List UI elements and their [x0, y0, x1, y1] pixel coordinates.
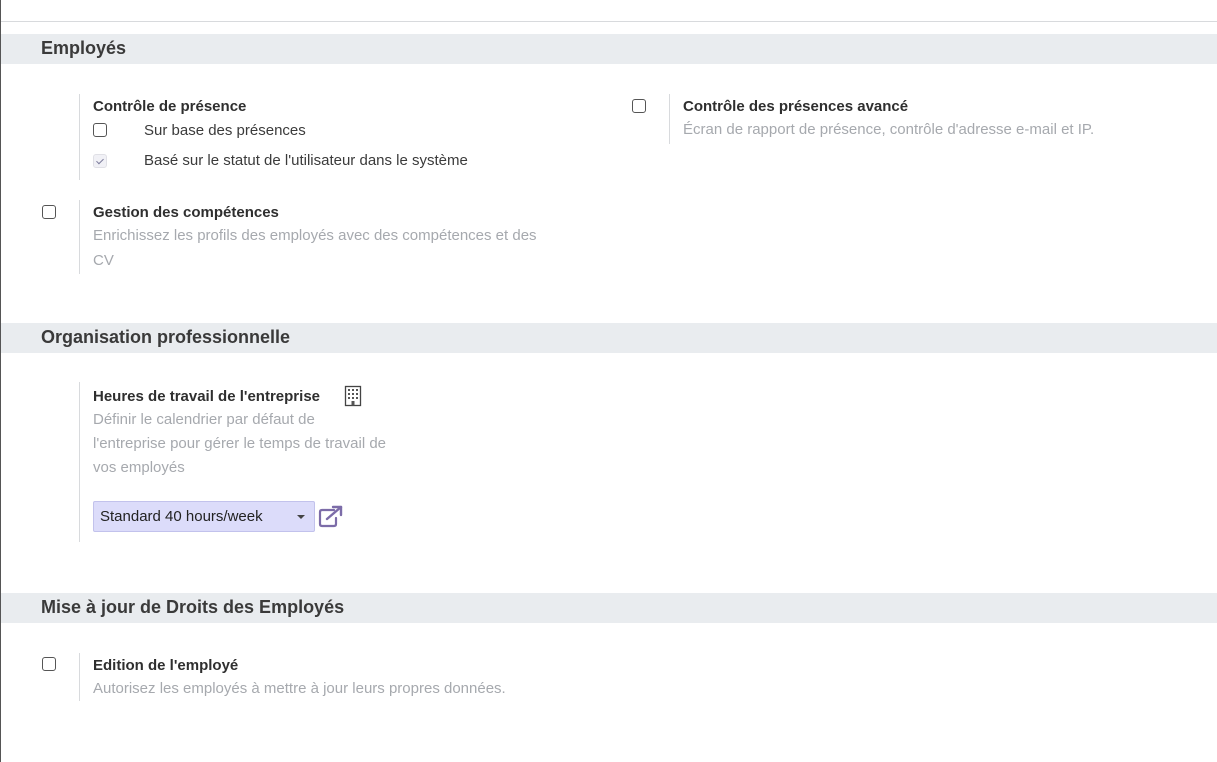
setting-divider — [669, 94, 670, 144]
section-header-rights-update: Mise à jour de Droits des Employés — [1, 593, 1217, 623]
setting-divider — [79, 382, 80, 542]
setting-title: Edition de l'employé — [93, 657, 239, 674]
advanced-attendance-checkbox[interactable] — [632, 99, 646, 113]
setting-description: Autorisez les employés à mettre à jour l… — [93, 680, 506, 697]
top-divider — [1, 21, 1217, 22]
setting-divider — [79, 94, 80, 180]
setting-title: Contrôle de présence — [93, 98, 247, 115]
setting-divider — [79, 200, 80, 274]
chevron-down-icon — [297, 515, 305, 519]
setting-title: Contrôle des présences avancé — [683, 98, 909, 115]
setting-description-line: vos employés — [93, 459, 185, 476]
setting-title: Heures de travail de l'entreprise — [93, 388, 320, 405]
attendance-presence-label[interactable]: Sur base des présences — [144, 122, 306, 139]
working-hours-select[interactable]: Standard 40 hours/week — [93, 501, 315, 532]
external-link-icon[interactable] — [318, 505, 344, 528]
attendance-presence-checkbox[interactable] — [93, 123, 107, 137]
working-hours-select-value: Standard 40 hours/week — [100, 508, 263, 525]
skills-checkbox[interactable] — [42, 205, 56, 219]
section-header-work-organization: Organisation professionnelle — [1, 323, 1217, 353]
section-title: Organisation professionnelle — [41, 327, 291, 347]
settings-page: Employés Contrôle de présence Sur base d… — [0, 0, 1217, 762]
setting-description-line: l'entreprise pour gérer le temps de trav… — [93, 435, 387, 452]
setting-description: Écran de rapport de présence, contrôle d… — [683, 121, 1095, 138]
setting-skills: Gestion des compétences Enrichissez les … — [79, 200, 599, 274]
building-icon — [344, 385, 362, 407]
section-title: Mise à jour de Droits des Employés — [41, 597, 345, 617]
employee-editing-checkbox[interactable] — [42, 657, 56, 671]
setting-description-line: CV — [93, 252, 114, 269]
section-title: Employés — [41, 38, 127, 58]
setting-title: Gestion des compétences — [93, 204, 279, 221]
setting-employee-editing: Edition de l'employé Autorisez les emplo… — [79, 653, 599, 701]
section-header-employees: Employés — [1, 34, 1217, 64]
attendance-user-status-label: Basé sur le statut de l'utilisateur dans… — [144, 152, 468, 169]
setting-description-line: Enrichissez les profils des employés ave… — [93, 227, 537, 244]
attendance-user-status-checkbox — [93, 154, 107, 168]
setting-description-line: Définir le calendrier par défaut de — [93, 411, 315, 428]
setting-divider — [79, 653, 80, 701]
setting-advanced-attendance: Contrôle des présences avancé Écran de r… — [669, 94, 1209, 144]
